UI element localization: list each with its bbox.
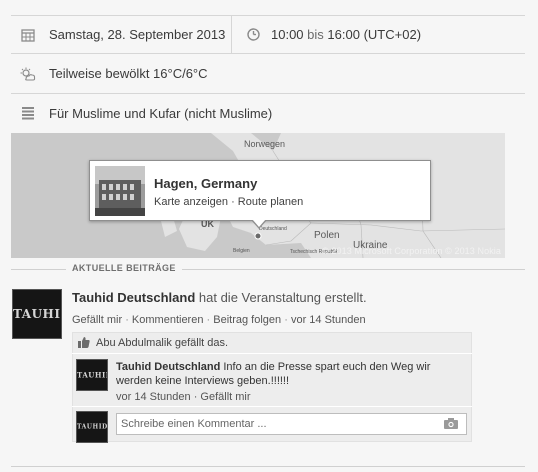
location-title: Hagen, Germany — [154, 176, 258, 191]
post-timestamp[interactable]: vor 14 Stunden — [291, 314, 366, 326]
meta-separator: · — [193, 391, 198, 403]
text-lines-icon — [19, 107, 37, 120]
post-author-link[interactable]: Tauhid Deutschland — [72, 290, 195, 305]
map-copyright: © 2013 Microsoft Corporation © 2013 Noki… — [322, 246, 501, 256]
likes-text[interactable]: Abu Abdulmalik gefällt das. — [96, 337, 228, 349]
divider — [72, 406, 472, 407]
event-date-text: Samstag, 28. September 2013 — [49, 27, 226, 42]
map-label-polen: Polen — [314, 230, 340, 241]
likes-row: Abu Abdulmalik gefällt das. — [72, 332, 472, 354]
view-map-link[interactable]: Karte anzeigen — [154, 196, 228, 208]
event-description-row: Für Muslime und Kufar (nicht Muslime) — [11, 94, 525, 133]
comment-author-link[interactable]: Tauhid Deutschland — [116, 361, 220, 373]
weather-text: Teilweise bewölkt 16°C/6°C — [49, 66, 208, 81]
event-weather-row: Teilweise bewölkt 16°C/6°C — [11, 54, 525, 94]
avatar-logo-text: TAUHID — [13, 307, 61, 321]
comment-input[interactable]: Schreibe einen Kommentar ... — [116, 413, 467, 435]
post-action: hat die Veranstaltung erstellt. — [198, 290, 367, 305]
avatar[interactable]: TAUHID — [12, 289, 62, 339]
comment-timestamp[interactable]: vor 14 Stunden — [116, 391, 191, 403]
avatar[interactable]: TAUHID — [76, 359, 108, 391]
description-text: Für Muslime und Kufar (nicht Muslime) — [49, 106, 273, 121]
comment-input-placeholder: Schreibe einen Kommentar ... — [121, 418, 267, 430]
location-links: Karte anzeigen · Route planen — [154, 196, 303, 208]
time-start: 10:00 — [271, 27, 304, 42]
event-datetime-row: Samstag, 28. September 2013 10:00 bis 16… — [11, 15, 525, 54]
map-pin-icon — [254, 232, 262, 240]
post-title: Tauhid Deutschland hat die Veranstaltung… — [72, 290, 367, 305]
timezone: (UTC+02) — [363, 27, 422, 42]
plan-route-link[interactable]: Route planen — [238, 196, 303, 208]
comment: Tauhid Deutschland Info an die Presse sp… — [116, 360, 468, 388]
comment-like-link[interactable]: Gefällt mir — [200, 391, 250, 403]
avatar-logo-text: TAUHID — [77, 370, 107, 380]
calendar-icon — [19, 28, 37, 42]
meta-separator: · — [284, 314, 288, 326]
thumbs-up-icon — [78, 337, 90, 348]
like-link[interactable]: Gefällt mir — [72, 314, 122, 326]
map-label-norwegen: Norwegen — [244, 139, 286, 149]
comment-meta: vor 14 Stunden · Gefällt mir — [116, 391, 251, 403]
section-title: AKTUELLE BEITRÄGE — [66, 263, 182, 273]
time-separator: bis — [307, 27, 324, 42]
popup-pointer — [251, 219, 267, 229]
avatar-logo-text: TAUHID — [77, 423, 108, 431]
location-thumbnail — [95, 166, 145, 216]
avatar: TAUHID — [76, 411, 108, 443]
link-separator: · — [231, 196, 235, 208]
post-actions: Gefällt mir · Kommentieren · Beitrag fol… — [72, 314, 366, 326]
event-time: 10:00 bis 16:00 (UTC+02) — [232, 16, 421, 53]
meta-separator: · — [125, 314, 129, 326]
meta-separator: · — [206, 314, 211, 326]
weather-icon — [19, 67, 37, 81]
recent-posts-header: AKTUELLE BEITRÄGE — [11, 262, 525, 276]
map-location-popup: Hagen, Germany Karte anzeigen · Route pl… — [89, 160, 431, 229]
comment-link[interactable]: Kommentieren — [132, 314, 204, 326]
camera-icon[interactable] — [444, 418, 458, 432]
follow-post-link[interactable]: Beitrag folgen — [213, 314, 281, 326]
divider — [11, 466, 525, 467]
event-date: Samstag, 28. September 2013 — [11, 16, 232, 53]
time-end: 16:00 — [327, 27, 360, 42]
map-label-belgien: Belgien — [233, 248, 250, 254]
clock-icon — [244, 28, 262, 41]
